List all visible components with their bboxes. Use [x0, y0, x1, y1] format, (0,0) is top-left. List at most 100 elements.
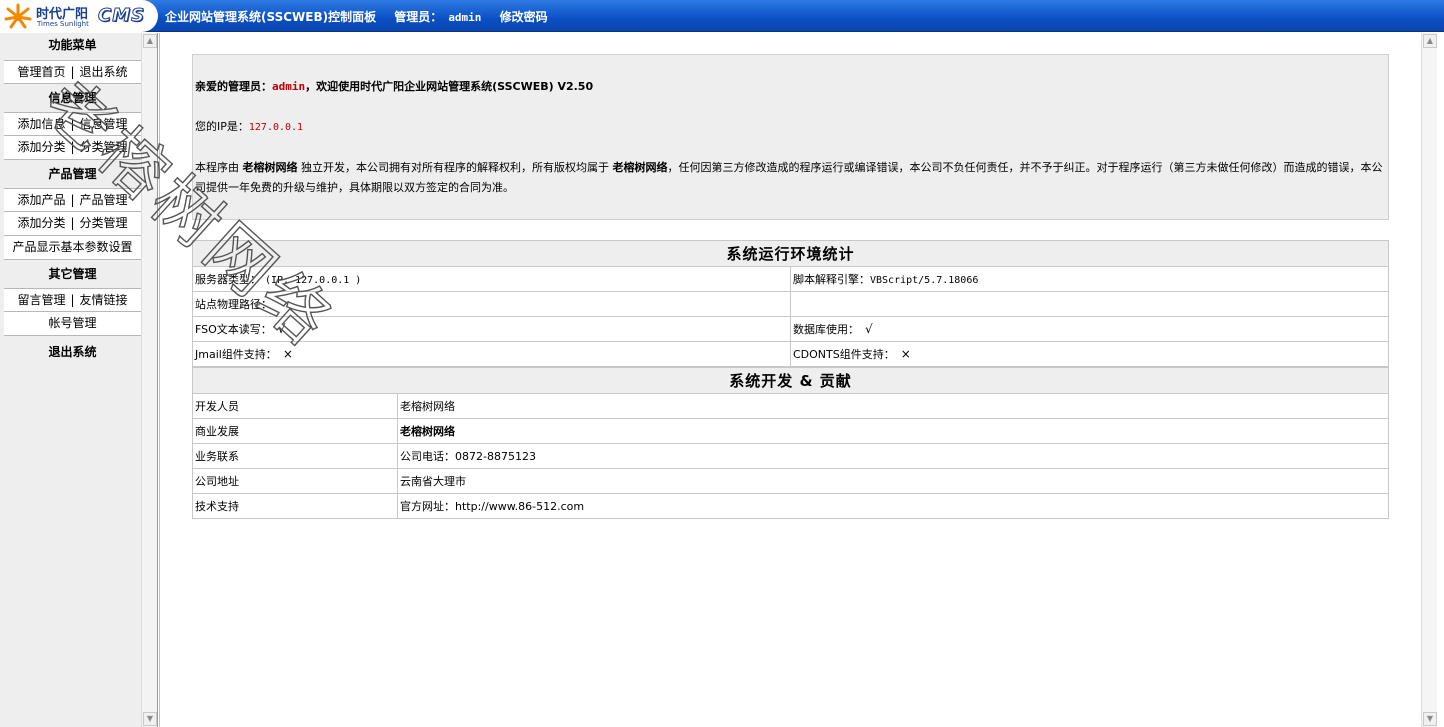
- menu-heading-info: 信息管理: [48, 91, 97, 105]
- environment-table: 系统运行环境统计 服务器类型： (IP: 127.0.0.1 ) 脚本解释引擎：V…: [192, 240, 1389, 367]
- dev-key-cell: 开发人员: [192, 393, 398, 419]
- table-row: 商业发展 老榕树网络: [192, 418, 1389, 444]
- dev-key-cell: 商业发展: [192, 418, 398, 444]
- server-type-cell: 服务器类型： (IP: 127.0.0.1 ): [192, 266, 791, 292]
- table-row: 服务器类型： (IP: 127.0.0.1 ) 脚本解释引擎：VBScript/5…: [192, 266, 1389, 292]
- logo: 时代广阳 Times Sunlight CMS: [0, 0, 158, 32]
- fso-label: FSO文本读写：: [195, 323, 272, 336]
- sidebar-link-add-info-category[interactable]: 添加分类: [17, 140, 65, 154]
- sidebar-link-product-category-manage[interactable]: 分类管理: [80, 216, 128, 230]
- company-name: 老榕树网络: [612, 161, 668, 174]
- table-row: 开发人员 老榕树网络: [192, 393, 1389, 419]
- header-nav: 企业网站管理系统(SSCWEB)控制面板 管理员： admin 修改密码: [165, 8, 548, 25]
- menu-row-product-category: 添加分类 | 分类管理: [4, 212, 141, 236]
- db-label: 数据库使用：: [793, 323, 859, 336]
- db-cell: 数据库使用： √: [790, 316, 1389, 342]
- scroll-up-icon[interactable]: ▲: [1423, 34, 1437, 48]
- check-icon: √: [277, 322, 286, 336]
- empty-cell: [790, 291, 1389, 317]
- menu-row-account: 帐号管理: [4, 312, 141, 336]
- jmail-cell: Jmail组件支持： ×: [192, 341, 791, 367]
- sidebar-link-product-manage[interactable]: 产品管理: [80, 193, 128, 207]
- sun-logo-icon: [4, 3, 32, 29]
- menu-row-home: 管理首页 | 退出系统: [4, 60, 141, 84]
- sidebar-link-friend-links[interactable]: 友情链接: [80, 293, 128, 307]
- menu-row-product-settings: 产品显示基本参数设置: [4, 236, 141, 260]
- physical-path-label: 站点物理路径：: [195, 298, 272, 311]
- menu-separator: |: [70, 193, 75, 207]
- welcome-greeting: 亲爱的管理员：admin，欢迎使用时代广阳企业网站管理系统(SSCWEB) V2…: [195, 77, 1386, 97]
- logo-cms-text: CMS: [97, 5, 146, 27]
- menu-heading-product: 产品管理: [48, 167, 97, 181]
- table-row: Jmail组件支持： × CDONTS组件支持： ×: [192, 341, 1389, 367]
- sidebar-link-message-manage[interactable]: 留言管理: [17, 293, 65, 307]
- admin-label: 管理员： admin: [394, 10, 481, 24]
- company-name: 老榕树网络: [242, 161, 298, 174]
- table-row: 业务联系 公司电话：0872-8875123: [192, 443, 1389, 469]
- menu-heading-func: 功能菜单: [48, 38, 97, 52]
- menu-row-product: 添加产品 | 产品管理: [4, 188, 141, 212]
- development-table: 系统开发 & 贡献 开发人员 老榕树网络 商业发展 老榕树网络 业务联系 公司电话：0…: [192, 367, 1389, 519]
- menu-separator: |: [70, 65, 75, 79]
- admin-label-text: 管理员：: [394, 10, 443, 24]
- scroll-up-icon[interactable]: ▲: [143, 34, 157, 48]
- table-row: 公司地址 云南省大理市: [192, 468, 1389, 494]
- dev-value-cell: 官方网址：http://www.86-512.com: [397, 493, 1389, 519]
- logo-en-text: Times Sunlight: [37, 20, 89, 28]
- menu-row-other: 留言管理 | 友情链接: [4, 288, 141, 312]
- sidebar-menu: 功能菜单 管理首页 | 退出系统 信息管理 添加信息 | 信息管理 添加分类 | 分类管理 …: [4, 33, 141, 368]
- sidebar-link-home[interactable]: 管理首页: [17, 65, 65, 79]
- dev-value-cell: 老榕树网络: [397, 393, 1389, 419]
- dev-table-title: 系统开发 & 贡献: [192, 367, 1389, 394]
- server-type-label: 服务器类型：: [195, 273, 261, 286]
- ip-value: 127.0.0.1: [248, 122, 304, 133]
- check-icon: √: [865, 322, 873, 336]
- script-engine-value: VBScript/5.7.18066: [870, 275, 979, 286]
- ip-line: 您的IP是：127.0.0.1: [195, 117, 1386, 138]
- table-row: 站点物理路径：: [192, 291, 1389, 317]
- ip-label: 您的IP是：: [195, 120, 249, 133]
- menu-heading-logout[interactable]: 退出系统: [4, 336, 141, 368]
- env-table-title: 系统运行环境统计: [192, 240, 1389, 267]
- change-password-link[interactable]: 修改密码: [500, 10, 548, 24]
- main-content: 亲爱的管理员：admin，欢迎使用时代广阳企业网站管理系统(SSCWEB) V2…: [159, 33, 1444, 727]
- table-row: 技术支持 官方网址：http://www.86-512.com: [192, 493, 1389, 519]
- menu-separator: |: [70, 140, 75, 154]
- server-type-value: (IP: 127.0.0.1 ): [265, 275, 362, 286]
- greeting-admin-name: admin: [272, 80, 306, 93]
- sidebar-link-product-display-settings[interactable]: 产品显示基本参数设置: [12, 240, 132, 254]
- sidebar-link-add-product[interactable]: 添加产品: [17, 193, 65, 207]
- menu-separator: |: [70, 117, 75, 131]
- dev-value-cell: 云南省大理市: [397, 468, 1389, 494]
- cross-icon: ×: [900, 347, 911, 361]
- menu-row-info: 添加信息 | 信息管理: [4, 112, 141, 136]
- main-scrollbar[interactable]: ▲ ▼: [1421, 33, 1437, 727]
- scroll-down-icon[interactable]: ▼: [1423, 712, 1437, 726]
- menu-heading-other: 其它管理: [48, 267, 97, 281]
- sidebar-link-info-category-manage[interactable]: 分类管理: [80, 140, 128, 154]
- menu-separator: |: [70, 216, 75, 230]
- jmail-label: Jmail组件支持：: [195, 348, 277, 361]
- table-row: 系统开发 & 贡献: [192, 367, 1389, 394]
- dev-key-cell: 业务联系: [192, 443, 398, 469]
- dev-key-cell: 公司地址: [192, 468, 398, 494]
- sidebar-logout-label[interactable]: 退出系统: [48, 345, 96, 359]
- copyright-text-1: 本程序由: [195, 161, 243, 174]
- dev-key-cell: 技术支持: [192, 493, 398, 519]
- physical-path-cell: 站点物理路径：: [192, 291, 791, 317]
- table-row: 系统运行环境统计: [192, 240, 1389, 267]
- copyright-text-2: 独立开发，本公司拥有对所有程序的解释权利，所有版权均属于: [297, 161, 613, 174]
- sidebar-link-add-product-category[interactable]: 添加分类: [17, 216, 65, 230]
- main-frame: 亲爱的管理员：admin，欢迎使用时代广阳企业网站管理系统(SSCWEB) V2…: [159, 33, 1421, 727]
- control-panel-title: 企业网站管理系统(SSCWEB)控制面板: [165, 10, 377, 24]
- sidebar-link-account-manage[interactable]: 帐号管理: [48, 316, 96, 330]
- sidebar: 功能菜单 管理首页 | 退出系统 信息管理 添加信息 | 信息管理 添加分类 | 分类管理 …: [0, 33, 158, 727]
- script-engine-cell: 脚本解释引擎：VBScript/5.7.18066: [790, 266, 1389, 292]
- sidebar-link-logout[interactable]: 退出系统: [80, 65, 128, 79]
- sidebar-link-add-info[interactable]: 添加信息: [17, 117, 65, 131]
- greeting-suffix: ，欢迎使用时代广阳企业网站管理系统(SSCWEB) V2.50: [305, 80, 594, 93]
- sidebar-link-info-manage[interactable]: 信息管理: [80, 117, 128, 131]
- dev-value-cell: 公司电话：0872-8875123: [397, 443, 1389, 469]
- scroll-down-icon[interactable]: ▼: [143, 712, 157, 726]
- sidebar-scrollbar[interactable]: ▲ ▼: [141, 33, 157, 727]
